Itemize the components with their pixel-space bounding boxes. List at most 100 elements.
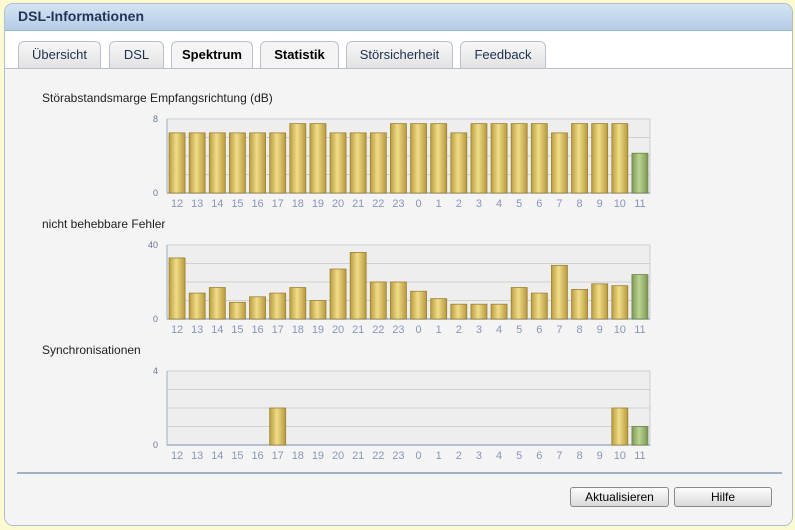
bar bbox=[188, 292, 206, 320]
bar bbox=[269, 292, 287, 320]
uncorrectable-errors-chart: 40012 13 14 15 16 17 18 19 20 21 22 23 0 1 2 3 4 5 6 7 8 9 10 1… bbox=[148, 240, 651, 335]
title-bar: DSL-Informationen bbox=[5, 4, 792, 31]
y-tick-label: 0 bbox=[153, 188, 158, 198]
x-tick-label: 21 bbox=[352, 324, 364, 335]
bar-current-hour bbox=[631, 274, 649, 320]
bar bbox=[269, 407, 287, 446]
x-tick-label: 0 bbox=[416, 198, 422, 209]
y-tick-label: 8 bbox=[153, 114, 158, 124]
x-tick-label: 15 bbox=[231, 198, 243, 209]
x-tick-label: 20 bbox=[332, 324, 344, 335]
bar bbox=[208, 132, 226, 194]
x-tick-label: 15 bbox=[231, 324, 243, 335]
x-tick-label: 8 bbox=[577, 324, 583, 335]
tab-uebersicht[interactable]: Übersicht bbox=[18, 41, 101, 68]
bar bbox=[188, 132, 206, 194]
x-tick-label: 17 bbox=[272, 324, 284, 335]
x-tick-label: 23 bbox=[392, 450, 404, 461]
bar bbox=[369, 281, 387, 320]
bar bbox=[470, 123, 488, 194]
bar bbox=[571, 289, 588, 320]
x-tick-label: 10 bbox=[614, 324, 626, 335]
x-tick-label: 22 bbox=[372, 324, 384, 335]
x-tick-label: 3 bbox=[476, 198, 482, 209]
bar bbox=[591, 123, 609, 194]
synchronisations-chart: 4012 13 14 15 16 17 18 19 20 21 22 23 0 1 2 3 4 5 6 7 8 9 10 11 bbox=[153, 366, 651, 461]
bar bbox=[390, 123, 407, 194]
bar bbox=[390, 281, 407, 320]
x-tick-label: 3 bbox=[476, 324, 482, 335]
bar bbox=[551, 264, 568, 320]
x-tick-label: 23 bbox=[392, 198, 404, 209]
x-tick-label: 21 bbox=[352, 198, 364, 209]
bar bbox=[470, 303, 488, 320]
x-tick-label: 4 bbox=[496, 450, 502, 461]
chart-title-sync: Synchronisationen bbox=[42, 343, 141, 357]
statistics-content: Störabstandsmarge Empfangsrichtung (dB) … bbox=[5, 68, 792, 525]
bar bbox=[249, 296, 266, 320]
x-tick-label: 14 bbox=[211, 198, 223, 209]
bar bbox=[329, 132, 347, 194]
x-tick-label: 17 bbox=[272, 450, 284, 461]
x-tick-label: 11 bbox=[634, 450, 645, 461]
x-tick-label: 19 bbox=[312, 198, 324, 209]
y-tick-label: 0 bbox=[153, 440, 158, 450]
x-tick-label: 22 bbox=[372, 450, 384, 461]
x-tick-label: 1 bbox=[436, 198, 442, 209]
x-tick-label: 5 bbox=[516, 324, 522, 335]
x-tick-label: 19 bbox=[312, 324, 324, 335]
x-tick-label: 2 bbox=[456, 324, 462, 335]
x-tick-label: 13 bbox=[191, 450, 203, 461]
x-tick-label: 5 bbox=[516, 198, 522, 209]
tab-spektrum[interactable]: Spektrum bbox=[171, 41, 253, 70]
tab-stoersicherheit[interactable]: Störsicherheit bbox=[346, 41, 453, 68]
bar bbox=[490, 123, 508, 194]
bar bbox=[510, 287, 528, 320]
bar bbox=[349, 251, 367, 320]
bar bbox=[530, 123, 548, 194]
x-tick-label: 6 bbox=[536, 198, 542, 209]
bar bbox=[510, 123, 528, 194]
separator bbox=[17, 472, 782, 474]
tab-dsl[interactable]: DSL bbox=[109, 41, 164, 68]
x-tick-label: 7 bbox=[556, 324, 562, 335]
x-tick-label: 10 bbox=[614, 198, 626, 209]
refresh-button[interactable]: Aktualisieren bbox=[570, 487, 669, 507]
x-tick-label: 18 bbox=[292, 450, 304, 461]
x-tick-label: 20 bbox=[332, 198, 344, 209]
bar bbox=[410, 290, 427, 320]
x-tick-label: 9 bbox=[597, 324, 603, 335]
x-tick-label: 1 bbox=[436, 450, 442, 461]
x-tick-label: 0 bbox=[416, 450, 422, 461]
bar bbox=[571, 123, 588, 194]
chart-title-snr: Störabstandsmarge Empfangsrichtung (dB) bbox=[42, 91, 273, 105]
x-tick-label: 18 bbox=[292, 198, 304, 209]
x-tick-label: 12 bbox=[171, 198, 183, 209]
x-tick-label: 17 bbox=[272, 198, 284, 209]
x-tick-label: 13 bbox=[191, 324, 203, 335]
x-tick-label: 7 bbox=[556, 450, 562, 461]
bar bbox=[168, 257, 186, 320]
bar bbox=[611, 407, 629, 446]
bar bbox=[229, 132, 246, 194]
x-tick-label: 2 bbox=[456, 198, 462, 209]
bar bbox=[349, 132, 367, 194]
x-tick-label: 16 bbox=[251, 324, 263, 335]
x-tick-label: 19 bbox=[312, 450, 324, 461]
x-tick-label: 13 bbox=[191, 198, 203, 209]
y-tick-label: 40 bbox=[148, 240, 158, 250]
bar bbox=[430, 298, 448, 320]
help-button[interactable]: Hilfe bbox=[674, 487, 772, 507]
x-tick-label: 9 bbox=[597, 450, 603, 461]
bar bbox=[450, 132, 468, 194]
x-tick-label: 4 bbox=[496, 198, 502, 209]
bar bbox=[168, 132, 186, 194]
bar bbox=[289, 123, 307, 194]
tab-statistik[interactable]: Statistik bbox=[260, 41, 339, 70]
x-tick-label: 23 bbox=[392, 324, 404, 335]
x-tick-label: 4 bbox=[496, 324, 502, 335]
y-tick-label: 0 bbox=[153, 314, 158, 324]
x-tick-label: 22 bbox=[372, 198, 384, 209]
tab-feedback[interactable]: Feedback bbox=[460, 41, 546, 68]
bar-current-hour bbox=[631, 426, 649, 446]
